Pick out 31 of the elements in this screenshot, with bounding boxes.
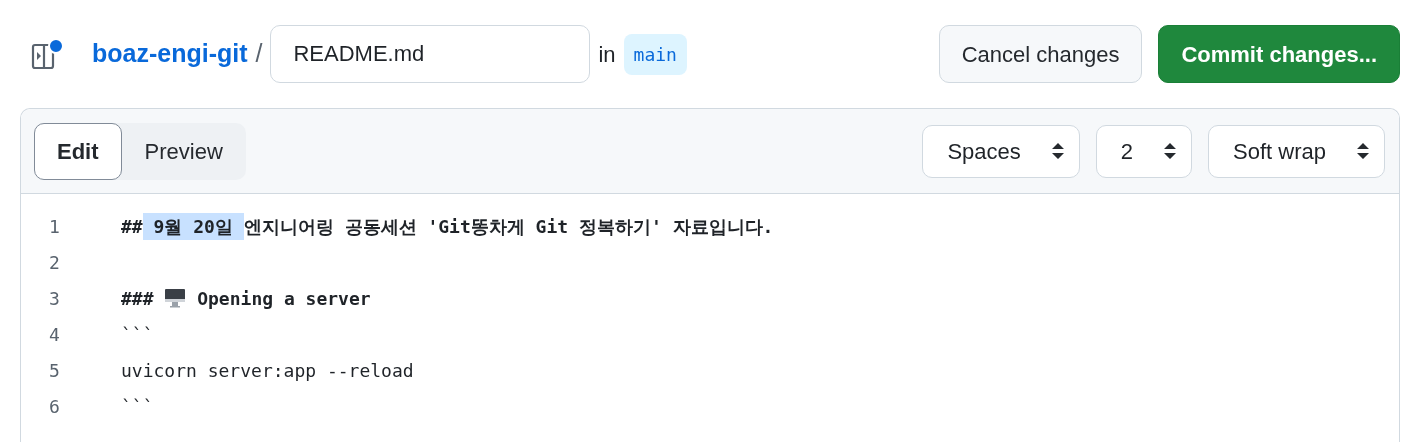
line-number: 6: [48, 394, 61, 419]
select-dropdown[interactable]: Soft wrap: [1208, 124, 1385, 178]
selected-text: 9월 20일: [142, 212, 244, 240]
code-text: ```: [121, 322, 154, 347]
branch-label: main: [623, 33, 687, 75]
line-number: 2: [48, 250, 61, 275]
code-text: ###: [121, 286, 155, 311]
select-dropdown[interactable]: Spaces: [922, 124, 1080, 178]
line-number: 3: [48, 286, 61, 311]
code-text: uvicorn server:app --reload: [121, 358, 414, 383]
commit-button[interactable]: Commit changes...: [1158, 25, 1400, 83]
sidebar-toggle-icon[interactable]: [30, 37, 64, 71]
in-label: in: [598, 40, 616, 69]
monitor-icon: [164, 288, 187, 308]
sort-arrows-icon: [1050, 141, 1065, 161]
sort-arrows-icon: [1356, 141, 1370, 161]
line-number: 5: [48, 358, 61, 383]
filename-field[interactable]: README.md: [270, 25, 591, 83]
sort-arrows-icon: [1163, 141, 1178, 161]
code-text: ##: [121, 214, 143, 239]
line-number: 1: [48, 214, 61, 239]
tab[interactable]: Preview: [121, 122, 246, 180]
code-text: 엔지니어링 공동세션 'Git똥차게 Git 정복하기' 자료입니다.: [243, 214, 774, 239]
line-number: 4: [48, 322, 61, 347]
tab[interactable]: Edit: [34, 122, 122, 180]
cancel-button[interactable]: Cancel changes: [938, 25, 1143, 83]
select-dropdown[interactable]: 2: [1095, 124, 1193, 178]
repo-link[interactable]: boaz-engi-git: [92, 35, 248, 73]
code-text: Opening a server: [196, 286, 371, 311]
code-text: ```: [121, 394, 154, 419]
path-separator: /: [255, 38, 263, 70]
